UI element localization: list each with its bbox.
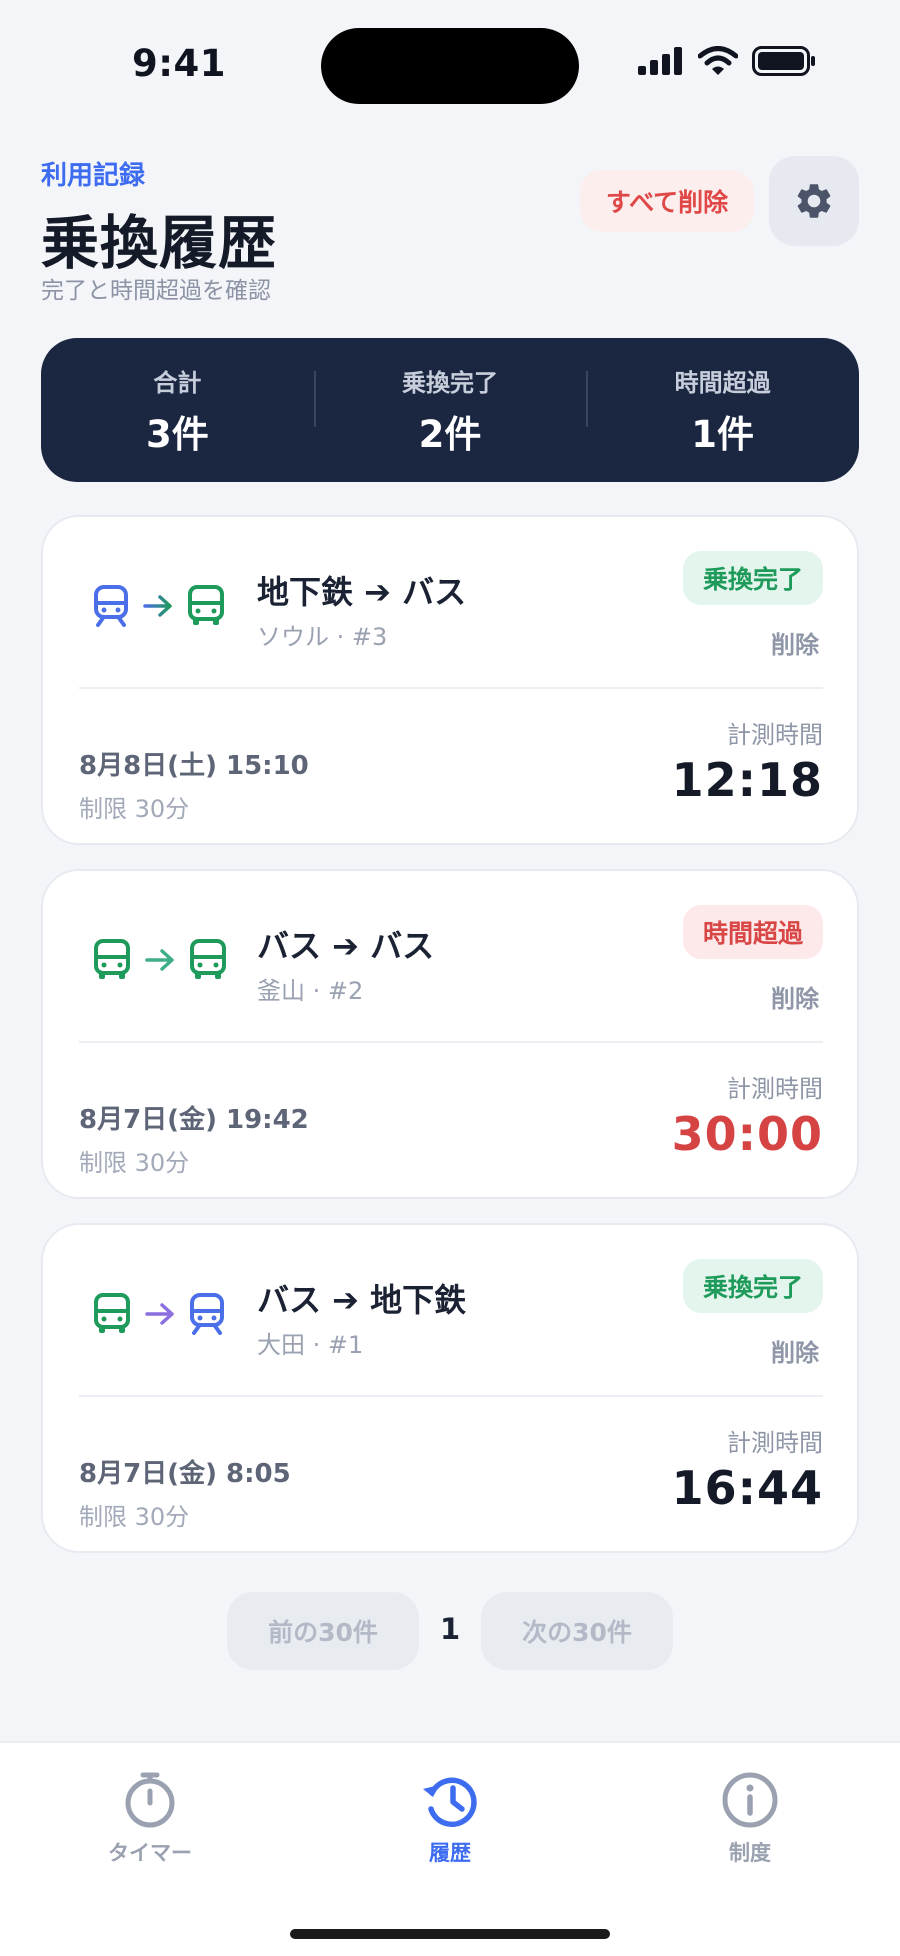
tab-system[interactable]: 制度 [650, 1771, 850, 1867]
status-time: 9:41 [132, 42, 227, 85]
subway-icon [94, 585, 128, 627]
summary-total: 合計 3件 [41, 363, 314, 458]
arrow-right-icon [145, 1303, 174, 1325]
page-subtitle: 完了と時間超過を確認 [41, 278, 271, 304]
header-eyebrow: 利用記録 [41, 161, 146, 191]
page-title: 乗換履歴 [41, 209, 278, 277]
record-card[interactable]: バス ➔ バス 釜山 · #2 時間超過 削除 8月7日(金) 19:42 制限… [41, 869, 859, 1199]
measure-label: 計測時間 [727, 1429, 823, 1457]
measure-value: 16:44 [671, 1461, 823, 1515]
arrow-right-icon [143, 595, 172, 617]
prev-page-button[interactable]: 前の30件 [227, 1592, 419, 1670]
record-title: 地下鉄 ➔ バス [257, 573, 467, 611]
delete-all-button[interactable]: すべて削除 [580, 170, 754, 232]
record-card[interactable]: 地下鉄 ➔ バス ソウル · #3 乗換完了 削除 8月8日(土) 15:10 … [41, 515, 859, 845]
tab-timer[interactable]: タイマー [50, 1771, 250, 1867]
summary-label: 時間超過 [674, 368, 771, 397]
tab-bar: タイマー 履歴 制度 [0, 1741, 900, 1956]
history-icon [423, 1777, 477, 1827]
record-title: バス ➔ バス [257, 927, 435, 965]
status-badge: 乗換完了 [682, 1259, 823, 1313]
summary-label: 乗換完了 [402, 368, 498, 397]
cellular-signal-icon [638, 47, 682, 75]
home-indicator [290, 1929, 610, 1939]
route-icons [93, 939, 227, 981]
record-limit: 制限 30分 [79, 1503, 190, 1531]
history-screen: 9:41 利用記録 乗換履歴 完了と時間超過を確認 すべて削除 合計 3件 乗換… [0, 0, 900, 1956]
record-date: 8月8日(土) 15:10 [79, 751, 309, 781]
tab-label: 制度 [729, 1841, 771, 1865]
summary-completed: 乗換完了 2件 [313, 363, 587, 458]
summary-value: 3件 [145, 412, 209, 456]
measure-value: 30:00 [671, 1107, 823, 1161]
measure-value: 12:18 [671, 753, 823, 807]
bus-icon [190, 939, 226, 979]
info-icon [722, 1772, 778, 1828]
record-card[interactable]: バス ➔ 地下鉄 大田 · #1 乗換完了 削除 8月7日(金) 8:05 制限… [41, 1223, 859, 1553]
delete-button[interactable]: 削除 [771, 1333, 819, 1368]
next-page-button[interactable]: 次の30件 [481, 1592, 673, 1670]
bus-icon [188, 585, 224, 625]
record-limit: 制限 30分 [79, 795, 190, 823]
record-date: 8月7日(金) 19:42 [79, 1105, 309, 1135]
battery-icon [752, 46, 815, 76]
stopwatch-icon [125, 1772, 175, 1828]
bus-icon [94, 939, 130, 979]
delete-button[interactable]: 削除 [771, 979, 819, 1014]
arrow-right-icon [145, 949, 174, 971]
subway-icon [190, 1293, 224, 1335]
record-location: 大田 · #1 [257, 1331, 364, 1359]
status-badge: 時間超過 [682, 905, 823, 959]
record-date: 8月7日(金) 8:05 [79, 1459, 291, 1489]
record-location: ソウル · #3 [257, 623, 388, 651]
wifi-icon [698, 46, 738, 75]
tab-history[interactable]: 履歴 [350, 1771, 550, 1867]
tab-label: 履歴 [429, 1841, 471, 1865]
record-title: バス ➔ 地下鉄 [257, 1281, 467, 1319]
divider [79, 1041, 823, 1043]
divider [79, 1395, 823, 1397]
page-number: 1 [440, 1612, 461, 1646]
pagination: 前の30件 1 次の30件 [0, 1592, 900, 1672]
status-bar: 9:41 [0, 0, 900, 130]
divider [79, 687, 823, 689]
gear-icon [797, 184, 831, 218]
measure-label: 計測時間 [727, 1075, 823, 1103]
summary-value: 1件 [691, 412, 755, 456]
delete-button[interactable]: 削除 [771, 625, 819, 660]
status-icons [638, 46, 816, 76]
summary-label: 合計 [153, 368, 202, 397]
route-icons [93, 1293, 225, 1335]
route-icons [93, 585, 225, 627]
summary-overtime: 時間超過 1件 [586, 363, 859, 458]
tab-label: タイマー [108, 1841, 192, 1865]
record-limit: 制限 30分 [79, 1149, 190, 1177]
measure-label: 計測時間 [727, 721, 823, 749]
dynamic-island [321, 28, 579, 104]
summary-panel: 合計 3件 乗換完了 2件 時間超過 1件 [41, 338, 859, 482]
summary-value: 2件 [418, 412, 482, 456]
status-badge: 乗換完了 [682, 551, 823, 605]
settings-button[interactable] [769, 156, 859, 246]
bus-icon [94, 1293, 130, 1333]
record-location: 釜山 · #2 [257, 977, 364, 1005]
